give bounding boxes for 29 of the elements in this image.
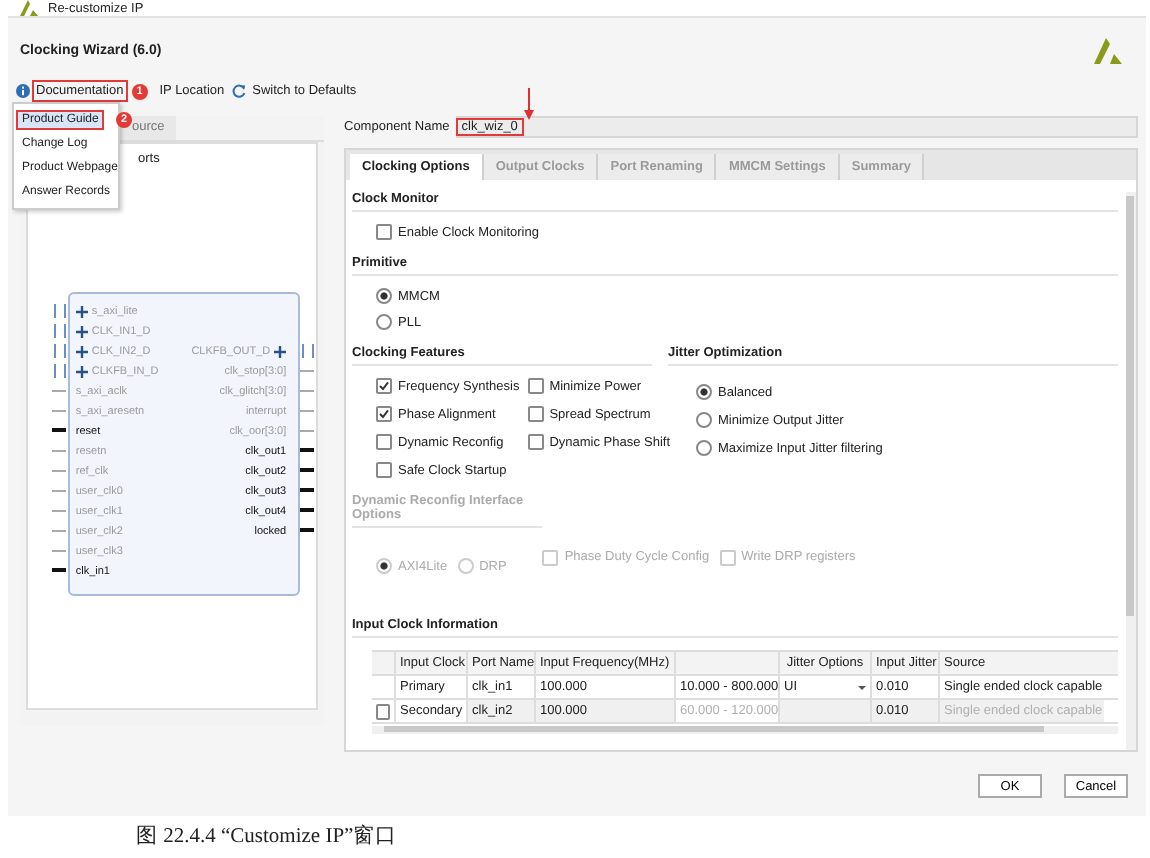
expand-icon[interactable] (75, 346, 88, 358)
horizontal-scrollbar[interactable] (372, 726, 1118, 734)
checkbox[interactable] (376, 462, 392, 478)
checkbox[interactable] (376, 224, 392, 240)
figure-caption: 图 22.4.4 “Customize IP”窗口 (134, 822, 400, 850)
checkbox[interactable] (527, 406, 544, 422)
radio-button[interactable] (696, 384, 712, 400)
radio-button[interactable] (457, 558, 474, 574)
checkbox[interactable] (376, 434, 392, 450)
logo-icon (20, 0, 38, 16)
vertical-scrollbar[interactable] (1126, 192, 1136, 750)
checkbox[interactable] (376, 703, 390, 719)
radio-button[interactable] (376, 288, 392, 304)
checkbox[interactable] (376, 378, 392, 394)
radio-button[interactable] (376, 558, 392, 574)
radio-button[interactable] (696, 412, 712, 428)
expand-icon[interactable] (75, 366, 88, 378)
checkbox[interactable] (527, 378, 544, 394)
expand-icon[interactable] (75, 326, 88, 338)
arrow-icon (524, 88, 534, 120)
expand-icon[interactable] (75, 306, 88, 318)
info-icon (16, 84, 30, 98)
checkbox[interactable] (527, 434, 544, 450)
logo-icon (1094, 38, 1122, 64)
radio-button[interactable] (376, 314, 392, 330)
checkbox[interactable] (376, 406, 392, 422)
radio-button[interactable] (696, 440, 712, 456)
refresh-icon (232, 84, 247, 98)
expand-icon[interactable] (274, 346, 287, 358)
